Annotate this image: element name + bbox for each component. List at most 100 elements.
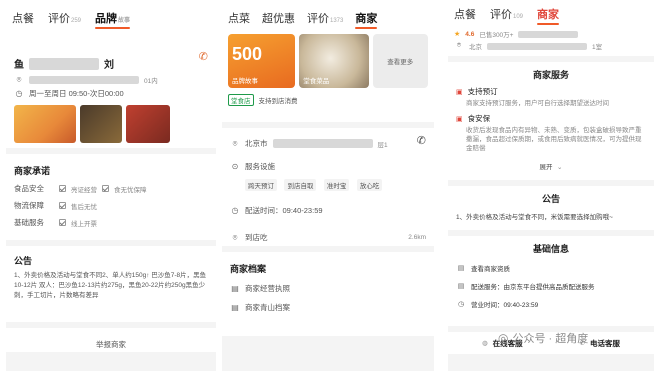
facility-tag: 准时宝 <box>323 179 350 191</box>
brand-story-tile[interactable]: 500 品牌故事 <box>228 34 296 88</box>
address-suffix: 层1 <box>377 141 388 149</box>
basic-info-title: 基础信息 <box>532 244 569 254</box>
clock-icon: ◷ <box>231 206 239 215</box>
phone-service-button[interactable]: 电话客服 <box>590 338 620 349</box>
tab-bar: 点餐 评价109 商家 <box>448 0 654 26</box>
chat-icon: ◍ <box>481 340 488 347</box>
tab-order[interactable]: 点餐 <box>12 10 34 26</box>
commit-label: 物流保障 <box>14 201 44 210</box>
screen-3: 点餐 评价109 商家 ★ 4.6 已售300万+ ⌾ 北京 1室 商家服务 ▣… <box>448 0 654 371</box>
report-card: 举报商家 <box>6 328 216 352</box>
watermark: ◎ 公众号 · 超角度 <box>498 330 588 346</box>
screen-2: 点菜 超优惠 评价1373 商家 500 品牌故事 堂食菜品 查看更多 堂食店 … <box>222 0 434 371</box>
address-blur <box>272 139 373 148</box>
qualification-link[interactable]: 查看商家资质 <box>471 263 510 273</box>
store-detail-card: ⌾ 北京市 层1 ✆ ⊙ 服务设施 跨天预订 到店自取 准时宝 放心吃 ◷ 配送… <box>222 128 434 246</box>
tab-reviews[interactable]: 评价109 <box>490 6 523 22</box>
check-icon <box>59 219 66 226</box>
delivery-time: 配送时间：09:40-23:59 <box>245 206 323 215</box>
store-photos <box>14 105 208 143</box>
info-blur <box>518 30 579 38</box>
commitment-card: 商家承诺 食品安全 亮证经营 食无忧保障 物流保障 售后无忧 基础服务 线上开票 <box>6 154 216 240</box>
business-license-link[interactable]: 商家经营执照 <box>245 283 290 294</box>
address-blur <box>487 42 587 50</box>
dine-in-label[interactable]: 到店吃 <box>245 232 268 243</box>
document-icon: ▤ <box>231 284 239 293</box>
tab-merchant[interactable]: 商家 <box>355 10 378 29</box>
report-store-link[interactable]: 举报商家 <box>96 340 126 349</box>
facilities-title: 服务设施 <box>245 162 275 171</box>
watermark-text: 公众号 · 超角度 <box>512 333 589 345</box>
tab-deals[interactable]: 超优惠 <box>262 10 295 26</box>
notice-card: 公告 1、外卖价格及活动与堂食不同2、单人约150g↑ 巴沙鱼7-8片，黑鱼10… <box>6 246 216 322</box>
facility-tag: 到店自取 <box>284 179 317 191</box>
business-hours: 营业时间：09:40-23:59 <box>471 302 539 309</box>
chevron-down-icon: ⌄ <box>557 164 563 171</box>
location-icon: ⌾ <box>456 42 462 49</box>
store-info-card: 鱼 刘 ✆ ⌾ 01内 ◷ 周一至周日 09:50-次日00:00 <box>6 30 216 148</box>
store-photo[interactable] <box>126 105 170 143</box>
clock-icon: ◷ <box>457 301 465 308</box>
check-icon <box>102 185 109 192</box>
merchant-archive-link[interactable]: 商家青山档案 <box>245 302 290 313</box>
see-more-label: 查看更多 <box>387 59 414 66</box>
location-icon: ⌾ <box>232 138 238 148</box>
address-blur <box>29 76 139 84</box>
commit-label: 基础服务 <box>14 218 44 227</box>
commit-item: 售后无忧 <box>71 203 97 211</box>
tab-merchant[interactable]: 商家 <box>537 6 560 25</box>
service-name: 食安保 <box>467 114 491 123</box>
tab-bar: 点餐 评价259 品牌故事 <box>6 0 216 30</box>
facility-tag: 放心吃 <box>356 179 383 191</box>
wechat-icon: ◎ <box>498 331 509 345</box>
tab-brand[interactable]: 品牌故事 <box>95 10 131 29</box>
facility-tag: 跨天预订 <box>245 179 277 191</box>
address-suffix: 1室 <box>592 44 603 51</box>
phone-icon[interactable]: ✆ <box>417 134 426 147</box>
store-name-end: 刘 <box>104 60 114 71</box>
store-photo[interactable] <box>80 105 122 143</box>
expand-button[interactable]: 展开 <box>540 164 553 171</box>
commit-item: 食无忧保障 <box>114 186 147 194</box>
dine-in-badge: 堂食店 <box>228 94 254 106</box>
notice-text: 1、外卖价格及活动与堂食不同，米饭需要选择加购哦~ <box>456 214 613 221</box>
check-icon <box>59 185 66 192</box>
phone-icon[interactable]: ✆ <box>199 50 208 63</box>
rating-card: ★ 4.6 已售300万+ ⌾ 北京 1室 <box>448 26 654 56</box>
merchant-files-card: 商家档案 ▤ 商家经营执照 ▤ 商家青山档案 <box>222 252 434 336</box>
see-more-tile[interactable]: 查看更多 <box>372 34 428 88</box>
tab-order[interactable]: 点餐 <box>454 6 476 22</box>
brand-tile-text: 500 <box>232 44 263 64</box>
rating-value: 4.6 <box>465 30 475 38</box>
location-icon: ⌾ <box>232 232 238 242</box>
delivery-icon: ▤ <box>457 283 465 290</box>
clock-icon: ◷ <box>15 89 23 98</box>
store-photo[interactable] <box>14 105 76 143</box>
commitment-title: 商家承诺 <box>14 166 51 176</box>
notice-card: 公告 1、外卖价格及活动与堂食不同，米饭需要选择加购哦~ <box>448 186 654 230</box>
notice-text: 1、外卖价格及活动与堂食不同2、单人约150g↑ 巴沙鱼7-8片，黑鱼10-12… <box>14 272 207 299</box>
address-prefix: 北京 <box>469 44 482 51</box>
monthly-sales: 已售300万+ <box>479 32 514 39</box>
tab-reviews[interactable]: 评价259 <box>48 10 81 26</box>
commit-item: 亮证经营 <box>71 186 97 194</box>
facility-icon: ⊙ <box>231 162 239 171</box>
document-icon: ▤ <box>231 303 239 312</box>
store-name: 鱼 <box>14 60 24 71</box>
basic-info-card: 基础信息 ▤ 查看商家资质 ▤ 配送服务：由京东平台提供高品质配送服务 ◷ 营业… <box>448 236 654 326</box>
business-hours: 周一至周日 09:50-次日00:00 <box>29 89 124 98</box>
check-icon <box>59 202 66 209</box>
service-icon: ▣ <box>456 88 463 96</box>
license-icon: ▤ <box>457 265 465 272</box>
service-card: 商家服务 ▣ 支持预订 商家支持预订服务，用户可自行选择期望送达时间 ▣ 食安保… <box>448 62 654 180</box>
dine-dish-tile[interactable]: 堂食菜品 <box>299 34 369 88</box>
dine-dish-label: 堂食菜品 <box>303 78 330 85</box>
brand-story-label: 品牌故事 <box>232 78 258 85</box>
distance: 2.6km <box>408 234 426 241</box>
commit-label: 食品安全 <box>14 184 44 193</box>
files-title: 商家档案 <box>230 264 267 274</box>
address-suffix: 01内 <box>144 78 158 85</box>
tab-order[interactable]: 点菜 <box>228 10 250 26</box>
tab-reviews[interactable]: 评价1373 <box>307 10 343 26</box>
dine-in-support: 支持到店消费 <box>258 98 298 105</box>
